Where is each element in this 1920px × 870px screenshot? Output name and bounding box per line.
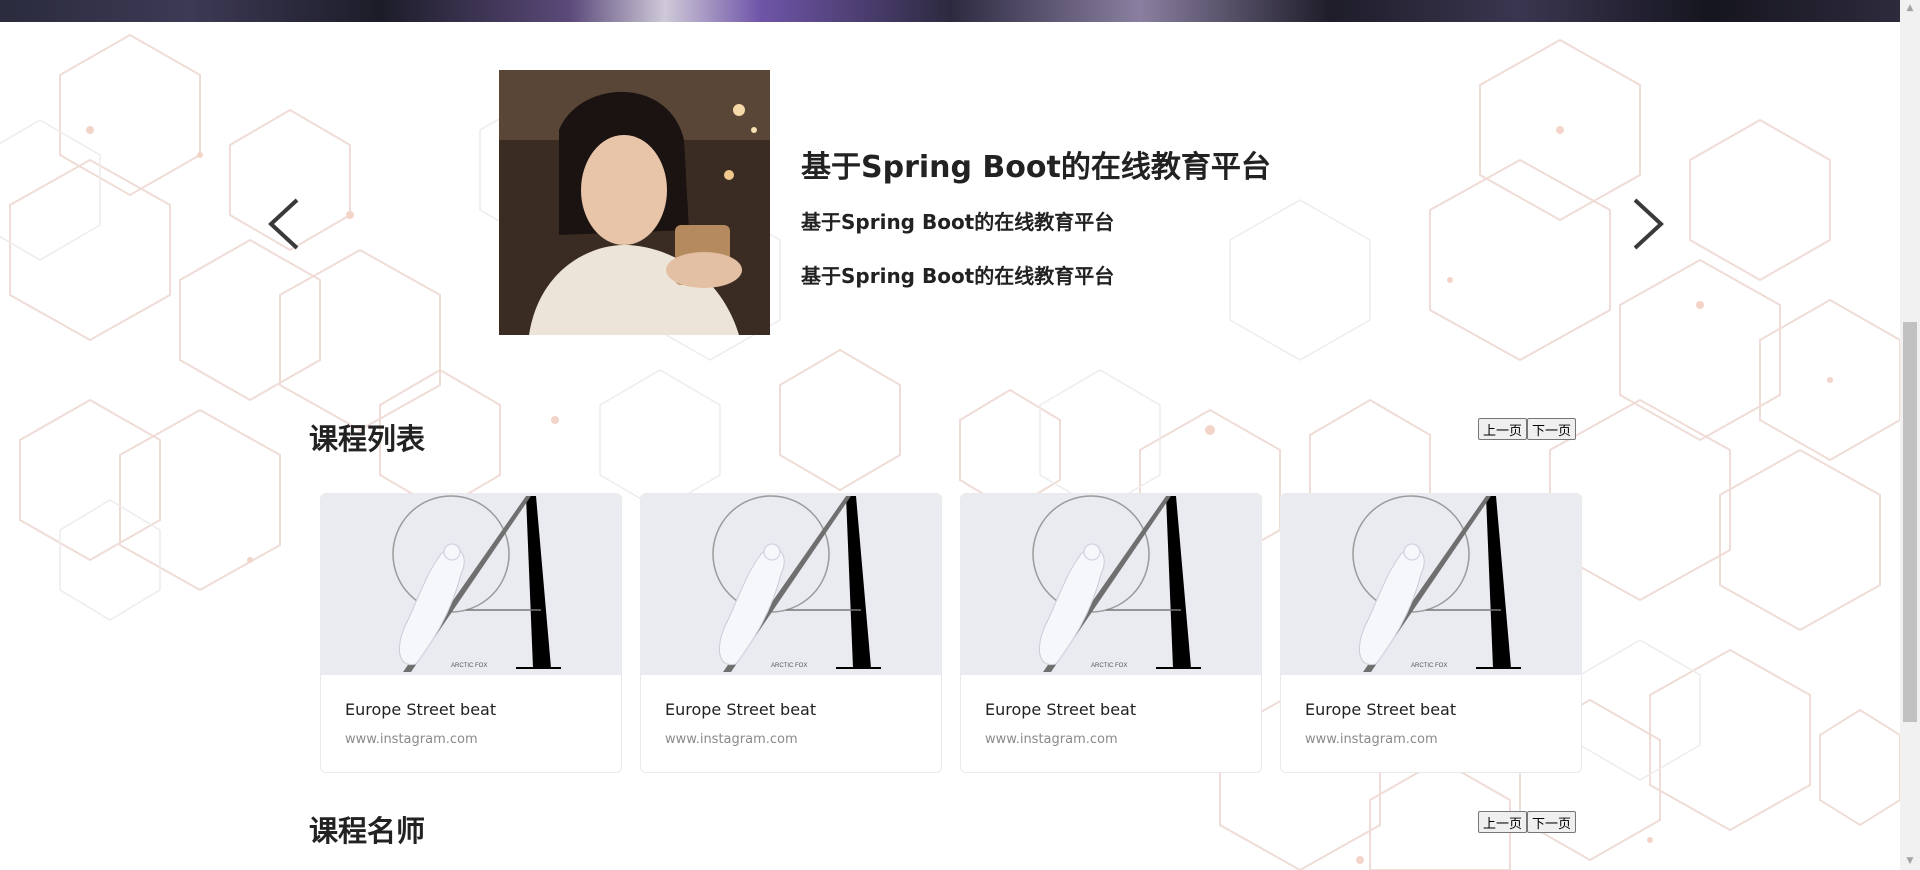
slide-description: 基于Spring Boot的在线教育平台: [801, 264, 1115, 288]
course-card-title: Europe Street beat: [665, 700, 817, 719]
course-list-heading: 课程列表: [309, 422, 426, 456]
carousel-next-button[interactable]: [1631, 196, 1667, 256]
chevron-left-icon: [268, 198, 299, 250]
hexagon-background-pattern: [0, 33, 1900, 870]
slide-photo: [499, 70, 770, 335]
slide-subtitle: 基于Spring Boot的在线教育平台: [801, 210, 1115, 234]
course-card-title: Europe Street beat: [985, 700, 1137, 719]
teachers-prev-page-button[interactable]: 上一页: [1478, 811, 1528, 833]
course-card-cover: ARCTIC FOX: [321, 494, 621, 675]
vertical-scrollbar[interactable]: ▲ ▼: [1900, 0, 1920, 870]
course-card-title: Europe Street beat: [345, 700, 497, 719]
course-next-page-button[interactable]: 下一页: [1527, 418, 1577, 440]
course-card-subtitle: www.instagram.com: [1305, 732, 1438, 747]
course-card-cover: ARCTIC FOX: [1281, 494, 1581, 675]
course-card-subtitle: www.instagram.com: [665, 732, 798, 747]
cover-caption: ARCTIC FOX: [1091, 663, 1127, 669]
course-card[interactable]: ARCTIC FOX Europe Street beat www.instag…: [1280, 493, 1582, 773]
course-card[interactable]: ARCTIC FOX Europe Street beat www.instag…: [640, 493, 942, 773]
cover-caption: ARCTIC FOX: [771, 663, 807, 669]
course-card[interactable]: ARCTIC FOX Europe Street beat www.instag…: [320, 493, 622, 773]
slide-title: 基于Spring Boot的在线教育平台: [801, 150, 1271, 185]
cover-caption: ARCTIC FOX: [451, 663, 487, 669]
scrollbar-thumb[interactable]: [1903, 322, 1917, 722]
course-card-cover: ARCTIC FOX: [961, 494, 1261, 675]
course-card-subtitle: www.instagram.com: [345, 732, 478, 747]
course-prev-page-button[interactable]: 上一页: [1478, 418, 1528, 440]
scroll-up-icon[interactable]: ▲: [1900, 0, 1920, 17]
teachers-pager: 上一页 下一页: [1478, 811, 1577, 833]
teachers-heading: 课程名师: [309, 814, 426, 848]
top-banner-image: [0, 0, 1900, 22]
scroll-down-icon[interactable]: ▼: [1900, 853, 1920, 870]
teachers-next-page-button[interactable]: 下一页: [1527, 811, 1577, 833]
course-card-title: Europe Street beat: [1305, 700, 1457, 719]
chevron-right-icon: [1633, 198, 1664, 250]
course-card-cover: ARCTIC FOX: [641, 494, 941, 675]
course-card[interactable]: ARCTIC FOX Europe Street beat www.instag…: [960, 493, 1262, 773]
cover-caption: ARCTIC FOX: [1411, 663, 1447, 669]
carousel-prev-button[interactable]: [265, 196, 301, 256]
course-card-subtitle: www.instagram.com: [985, 732, 1118, 747]
course-list-pager: 上一页 下一页: [1478, 418, 1577, 440]
